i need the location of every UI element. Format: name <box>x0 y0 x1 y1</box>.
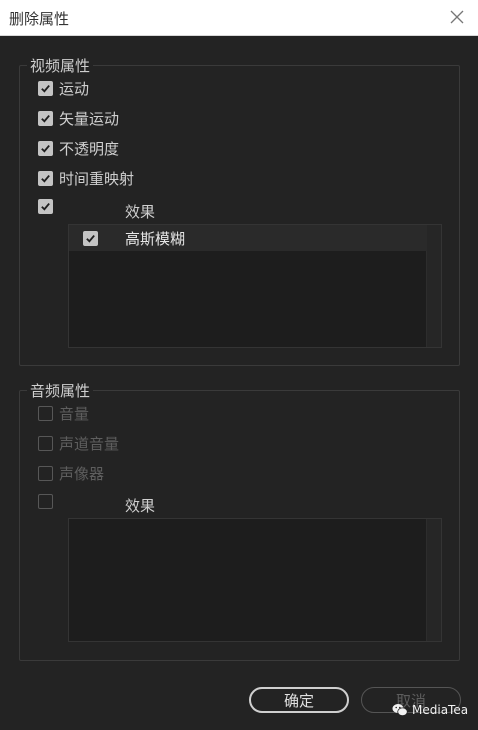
checkbox-row-motion[interactable]: 运动 <box>38 78 89 99</box>
video-effects-list[interactable]: 高斯模糊 <box>68 224 442 348</box>
checkbox-row-video-effects[interactable] <box>38 199 53 214</box>
watermark-text: MediaTea <box>412 703 469 717</box>
label-time-remapping: 时间重映射 <box>59 170 135 188</box>
audio-effects-label: 效果 <box>125 497 156 515</box>
video-properties-legend: 视频属性 <box>27 55 94 76</box>
label-opacity: 不透明度 <box>59 140 120 158</box>
checkmark-icon <box>86 234 95 243</box>
checkbox-motion[interactable] <box>38 81 53 96</box>
checkbox-gaussian-blur[interactable] <box>83 230 98 246</box>
checkmark-icon <box>41 114 50 123</box>
label-channel-volume: 声道音量 <box>59 435 120 453</box>
checkbox-video-effects[interactable] <box>38 199 53 214</box>
close-icon[interactable] <box>446 6 468 28</box>
window-title: 删除属性 <box>9 10 70 28</box>
audio-effects-list[interactable] <box>68 518 442 642</box>
label-motion: 运动 <box>59 80 90 98</box>
label-vector-motion: 矢量运动 <box>59 110 120 128</box>
checkmark-icon <box>41 84 50 93</box>
checkbox-row-opacity[interactable]: 不透明度 <box>38 138 119 159</box>
audio-effects-scrollbar[interactable] <box>426 519 441 641</box>
checkbox-row-vector-motion[interactable]: 矢量运动 <box>38 108 119 129</box>
label-volume: 音量 <box>59 405 90 423</box>
checkbox-panner <box>38 466 53 481</box>
checkbox-vector-motion[interactable] <box>38 111 53 126</box>
checkbox-row-volume: 音量 <box>38 403 89 424</box>
checkbox-row-channel-volume: 声道音量 <box>38 433 119 454</box>
video-effects-scrollbar[interactable] <box>426 225 441 347</box>
watermark: MediaTea <box>392 703 468 717</box>
ok-button[interactable]: 确定 <box>249 687 349 713</box>
title-bar: 删除属性 <box>0 0 478 36</box>
label-panner: 声像器 <box>59 465 105 483</box>
checkbox-audio-effects <box>38 494 53 509</box>
checkmark-icon <box>41 202 50 211</box>
checkbox-row-panner: 声像器 <box>38 463 104 484</box>
checkbox-row-time-remapping[interactable]: 时间重映射 <box>38 168 134 189</box>
checkbox-opacity[interactable] <box>38 141 53 156</box>
list-item[interactable]: 高斯模糊 <box>69 225 427 251</box>
checkbox-volume <box>38 406 53 421</box>
checkmark-icon <box>41 144 50 153</box>
checkbox-channel-volume <box>38 436 53 451</box>
checkbox-row-audio-effects <box>38 494 53 509</box>
audio-properties-legend: 音频属性 <box>27 380 94 401</box>
label-gaussian-blur: 高斯模糊 <box>125 229 186 248</box>
checkmark-icon <box>41 174 50 183</box>
video-effects-label: 效果 <box>125 203 156 221</box>
wechat-logo-icon <box>392 704 408 717</box>
checkbox-time-remapping[interactable] <box>38 171 53 186</box>
